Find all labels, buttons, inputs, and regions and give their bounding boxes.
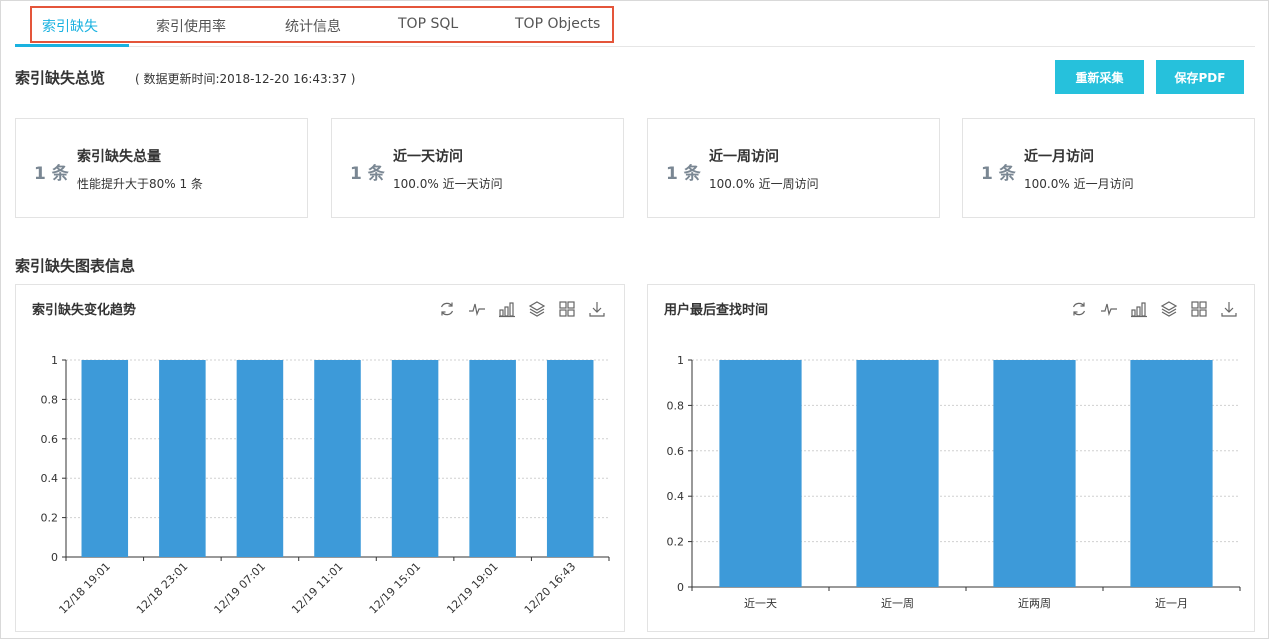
y-tick-label: 0.6 (667, 445, 685, 458)
chart-toolbar (1069, 299, 1239, 319)
card-last-month: 1 条 近一月访问 100.0% 近一月访问 (962, 118, 1255, 218)
card-count: 1 条 (350, 164, 385, 184)
y-tick-label: 0.6 (41, 433, 59, 446)
bar[interactable] (993, 360, 1076, 587)
line-chart-icon[interactable] (1099, 299, 1119, 319)
trend-bar-chart: 0 0.2 0.4 0.6 0.8 1 12/18 19:01 12/18 23:01 12/1… (41, 354, 610, 617)
y-tick-label: 1 (51, 354, 58, 367)
card-count: 1 条 (666, 164, 701, 184)
card-subtitle: 100.0% 近一月访问 (1024, 177, 1134, 191)
chart-panel-last-search: 用户最后查找时间 0 0.2 0.4 0.6 0.8 1 近一天 近一周 近两周 近一月 (647, 284, 1255, 632)
card-last-day: 1 条 近一天访问 100.0% 近一天访问 (331, 118, 624, 218)
x-tick-label: 12/19 15:01 (367, 560, 424, 617)
active-tab-indicator (15, 44, 129, 47)
tab-statistics[interactable]: 统计信息 (285, 16, 341, 36)
y-tick-label: 0 (677, 581, 684, 594)
chart-title: 索引缺失变化趋势 (32, 303, 137, 318)
bar-chart-icon[interactable] (1129, 299, 1149, 319)
x-tick-label: 近一天 (744, 597, 777, 610)
x-tick-label: 近一周 (881, 597, 914, 610)
update-time: ( 数据更新时间:2018-12-20 16:43:37 ) (135, 72, 356, 86)
charts-section-title: 索引缺失图表信息 (15, 257, 136, 275)
line-chart-icon[interactable] (467, 299, 487, 319)
x-tick-label: 12/18 19:01 (56, 560, 113, 617)
x-tick-label: 近一月 (1155, 597, 1188, 610)
download-icon[interactable] (587, 299, 607, 319)
y-tick-label: 0.8 (667, 399, 685, 412)
stack-icon[interactable] (1159, 299, 1179, 319)
card-subtitle: 100.0% 近一周访问 (709, 177, 819, 191)
card-last-week: 1 条 近一周访问 100.0% 近一周访问 (647, 118, 940, 218)
x-tick-label: 12/19 07:01 (212, 560, 269, 617)
bar[interactable] (856, 360, 939, 587)
bar[interactable] (391, 360, 439, 557)
card-subtitle: 性能提升大于80% 1 条 (77, 177, 203, 191)
last-search-bar-chart: 0 0.2 0.4 0.6 0.8 1 近一天 近一周 近两周 近一月 (667, 354, 1241, 610)
y-tick-label: 0 (51, 551, 58, 564)
bar-chart-icon[interactable] (497, 299, 517, 319)
chart-panel-trend: 索引缺失变化趋势 0 0.2 0.4 0.6 0.8 1 12/18 19:01 12/18 … (15, 284, 625, 632)
refresh-icon[interactable] (1069, 299, 1089, 319)
y-tick-label: 0.4 (667, 490, 685, 503)
tabs-divider (15, 46, 1255, 47)
tab-bar: 索引缺失 索引使用率 统计信息 TOP SQL TOP Objects (30, 6, 614, 43)
x-tick-label: 12/20 16:43 (522, 560, 579, 617)
card-title: 近一周访问 (709, 149, 779, 165)
y-tick-label: 0.8 (41, 393, 59, 406)
tab-missing-index[interactable]: 索引缺失 (42, 16, 98, 36)
refresh-icon[interactable] (437, 299, 457, 319)
card-total-missing: 1 条 索引缺失总量 性能提升大于80% 1 条 (15, 118, 308, 218)
tab-top-objects[interactable]: TOP Objects (515, 16, 600, 32)
card-title: 近一天访问 (393, 149, 463, 165)
overview-title: 索引缺失总览 (15, 69, 106, 87)
bar[interactable] (1130, 360, 1213, 587)
bar[interactable] (546, 360, 594, 557)
stack-icon[interactable] (527, 299, 547, 319)
bar[interactable] (469, 360, 516, 557)
card-count: 1 条 (981, 164, 1016, 184)
bar[interactable] (719, 360, 802, 587)
x-tick-label: 近两周 (1018, 597, 1051, 610)
card-title: 索引缺失总量 (77, 149, 161, 165)
card-subtitle: 100.0% 近一天访问 (393, 177, 503, 191)
recollect-button[interactable]: 重新采集 (1055, 60, 1144, 94)
y-tick-label: 1 (677, 354, 684, 367)
chart-toolbar (437, 299, 607, 319)
bar[interactable] (314, 360, 361, 557)
grid-icon[interactable] (557, 299, 577, 319)
x-tick-label: 12/18 23:01 (134, 560, 191, 617)
bar[interactable] (81, 360, 129, 557)
bar[interactable] (159, 360, 206, 557)
x-tick-label: 12/19 19:01 (444, 560, 501, 617)
y-tick-label: 0.2 (667, 536, 685, 549)
card-title: 近一月访问 (1024, 149, 1094, 165)
tab-index-usage[interactable]: 索引使用率 (156, 16, 226, 36)
card-count: 1 条 (34, 164, 69, 184)
save-pdf-button[interactable]: 保存PDF (1156, 60, 1244, 94)
download-icon[interactable] (1219, 299, 1239, 319)
bar[interactable] (236, 360, 284, 557)
chart-title: 用户最后查找时间 (664, 303, 769, 318)
tab-top-sql[interactable]: TOP SQL (398, 16, 458, 32)
y-tick-label: 0.2 (41, 512, 59, 525)
grid-icon[interactable] (1189, 299, 1209, 319)
x-tick-label: 12/19 11:01 (289, 560, 346, 617)
y-tick-label: 0.4 (41, 472, 59, 485)
